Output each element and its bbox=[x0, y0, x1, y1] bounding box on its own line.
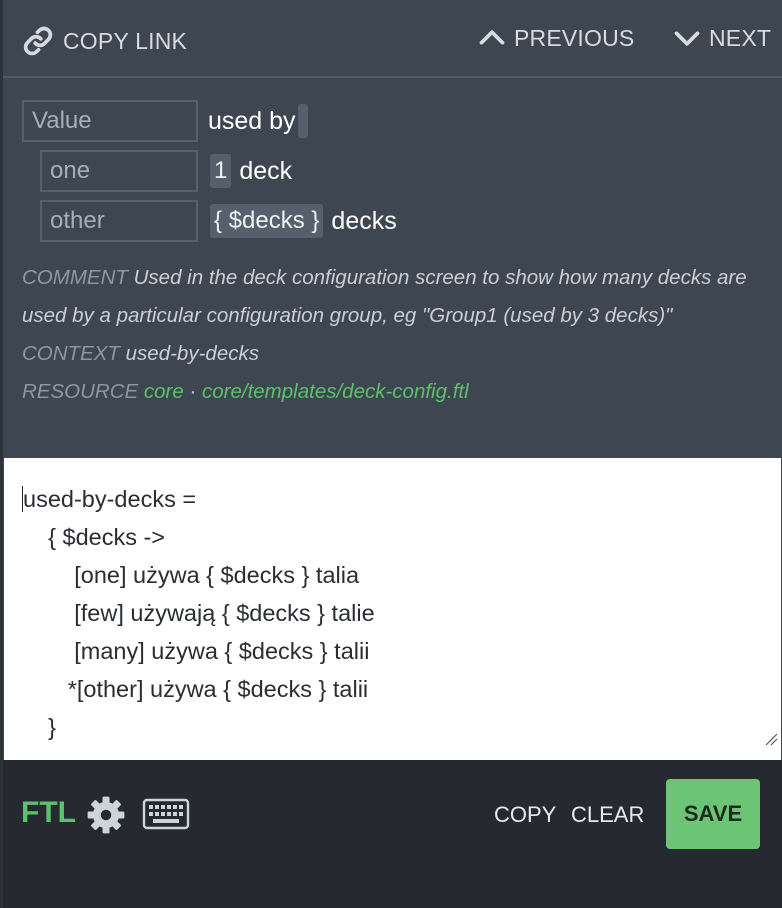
resource-label: RESOURCE bbox=[22, 380, 139, 403]
variant-key: other bbox=[40, 200, 198, 242]
source-variant-row: other { $decks } decks bbox=[40, 200, 397, 242]
selector-text: used by bbox=[208, 106, 296, 135]
comment-text: Used in the deck configuration screen to… bbox=[22, 266, 747, 327]
variant-text: deck bbox=[239, 156, 293, 185]
selector-label: Value bbox=[22, 100, 198, 142]
resource-metadata: RESOURCE core · core/templates/deck-conf… bbox=[22, 373, 772, 411]
editor-toolbar: FTL COPY CLEAR SAVE bbox=[3, 760, 782, 908]
copy-link-label: COPY LINK bbox=[63, 27, 188, 54]
variant-text: decks bbox=[331, 206, 397, 235]
editor-line: [many] używa { $decks } talii bbox=[22, 638, 370, 664]
keyboard-icon[interactable] bbox=[142, 798, 190, 835]
chevron-up-icon bbox=[478, 24, 506, 52]
translation-panel: COPY LINK PREVIOUS NEXT Value used by on… bbox=[0, 0, 782, 908]
editor-line: [few] używają { $decks } talie bbox=[22, 600, 375, 626]
chevron-down-icon bbox=[673, 24, 701, 52]
context-label: CONTEXT bbox=[22, 342, 120, 365]
editor-line-text: used-by-decks = bbox=[23, 486, 197, 512]
editor-line: { $decks -> bbox=[22, 524, 166, 550]
next-button[interactable]: NEXT bbox=[673, 24, 771, 52]
variant-placeable: 1 bbox=[210, 154, 232, 188]
empty-placeable bbox=[297, 104, 308, 138]
variant-key: one bbox=[40, 150, 198, 192]
top-navigation-bar: COPY LINK PREVIOUS NEXT bbox=[3, 0, 782, 78]
copy-button[interactable]: COPY bbox=[494, 802, 556, 828]
editor-line: [one] używa { $decks } talia bbox=[22, 562, 360, 588]
next-label: NEXT bbox=[709, 24, 772, 51]
previous-button[interactable]: PREVIOUS bbox=[478, 24, 634, 52]
save-label: SAVE bbox=[683, 801, 743, 826]
editor-line: *[other] używa { $decks } talii bbox=[22, 676, 369, 702]
link-icon bbox=[21, 24, 55, 58]
resize-handle[interactable] bbox=[764, 719, 778, 757]
resource-separator: · bbox=[189, 380, 197, 403]
editor-line: } bbox=[22, 714, 56, 740]
comment-metadata: COMMENT Used in the deck configuration s… bbox=[22, 259, 772, 335]
gear-icon[interactable] bbox=[85, 794, 127, 841]
clear-button[interactable]: CLEAR bbox=[571, 802, 644, 828]
ftl-syntax-label[interactable]: FTL bbox=[21, 796, 76, 830]
translation-editor[interactable]: used-by-decks = { $decks -> [one] używa … bbox=[4, 458, 781, 760]
editor-line: used-by-decks = bbox=[22, 480, 781, 518]
source-selector-row: Value used by bbox=[22, 100, 308, 142]
copy-link-button[interactable]: COPY LINK bbox=[21, 24, 187, 58]
source-variant-row: one 1 deck bbox=[40, 150, 292, 192]
context-metadata: CONTEXT used-by-decks bbox=[22, 335, 772, 373]
save-button[interactable]: SAVE bbox=[666, 779, 760, 849]
context-text: used-by-decks bbox=[125, 342, 259, 365]
resource-path-link[interactable]: core/templates/deck-config.ftl bbox=[202, 380, 469, 403]
variant-placeable: { $decks } bbox=[210, 204, 324, 238]
resource-project-link[interactable]: core bbox=[144, 380, 184, 403]
previous-label: PREVIOUS bbox=[514, 24, 635, 51]
comment-label: COMMENT bbox=[22, 266, 128, 289]
